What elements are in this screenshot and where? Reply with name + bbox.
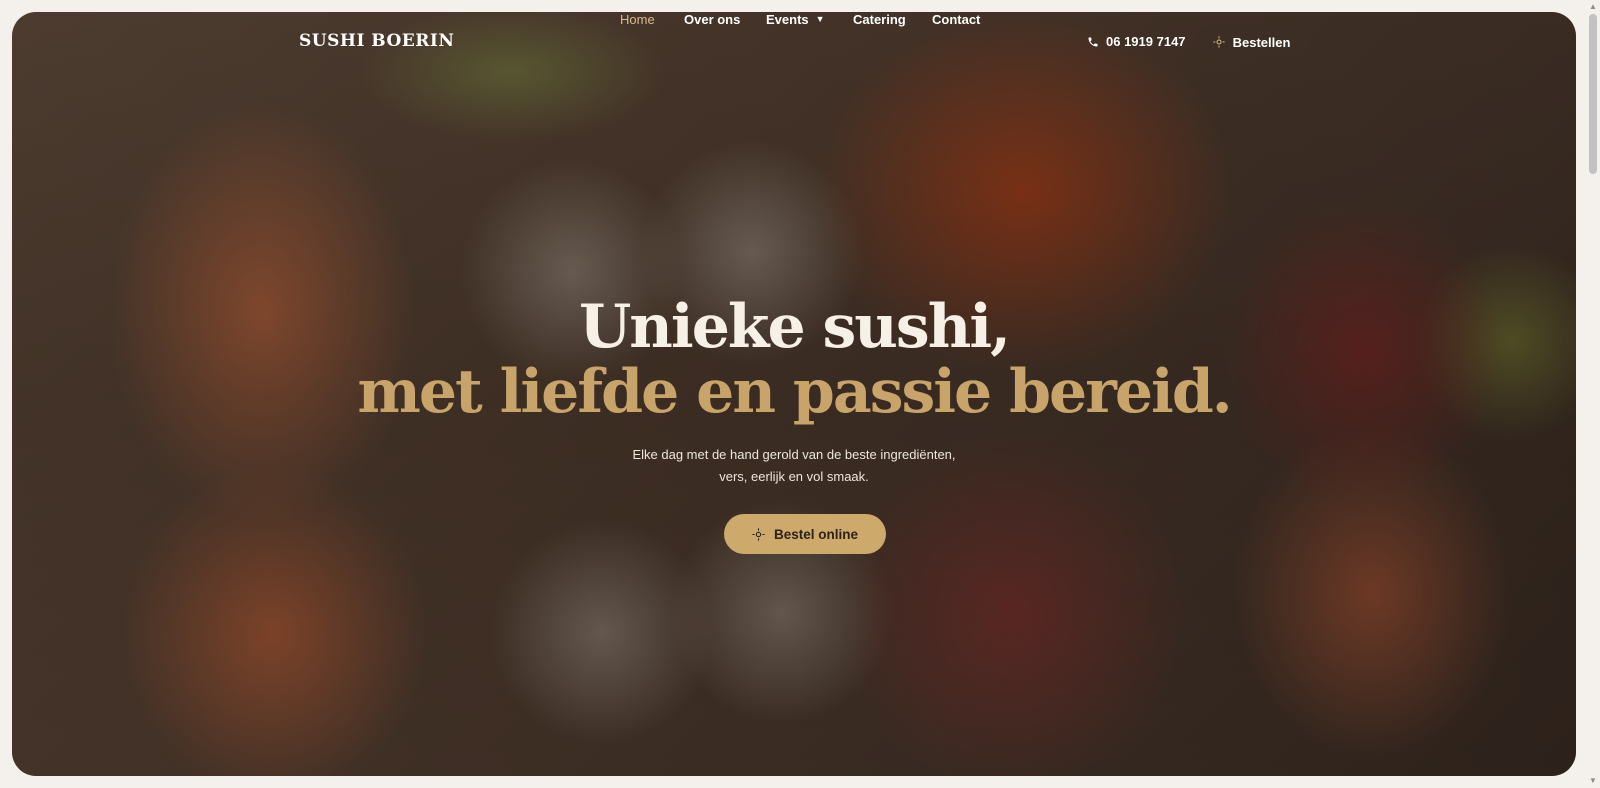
order-button-label: Bestellen [1232,34,1291,50]
site-logo[interactable]: SUSHI BOERIN [299,31,454,51]
phone-link[interactable]: 06 1919 7147 [1087,34,1186,49]
nav-item-contact[interactable]: Contact [932,12,980,27]
nav-item-events[interactable]: Events ▼ [766,12,825,27]
order-button[interactable]: Bestellen [1195,26,1308,58]
caret-down-icon: ▼ [815,14,825,24]
hero-title-line-2: met liefde en passie bereid. [357,357,1232,427]
sun-icon [1212,36,1225,48]
scroll-up-arrow-icon[interactable]: ▲ [1588,2,1598,12]
phone-icon [1088,37,1098,46]
nav-item-events-label: Events [766,12,809,27]
nav-item-over-ons[interactable]: Over ons [684,12,740,27]
scrollbar-thumb[interactable] [1589,14,1597,174]
hero-section: SUSHI BOERIN Home Over ons Events ▼ Cater… [12,12,1576,776]
nav-item-home[interactable]: Home [620,12,655,27]
hero-subtitle-line-2: vers, eerlijk en vol smaak. [719,469,869,484]
nav-item-catering[interactable]: Catering [853,12,906,27]
order-online-button[interactable]: Bestel online [724,514,886,554]
phone-number: 06 1919 7147 [1106,34,1186,49]
sun-icon [752,527,765,541]
hero-subtitle-line-1: Elke dag met de hand gerold van de beste… [632,447,956,462]
page-scrollbar[interactable]: ▲ ▼ [1586,0,1600,788]
order-online-button-label: Bestel online [773,526,859,542]
hero-title-line-1: Unieke sushi, [578,292,1011,362]
scroll-down-arrow-icon[interactable]: ▼ [1588,776,1598,786]
top-navigation: SUSHI BOERIN Home Over ons Events ▼ Cater… [12,12,1576,72]
